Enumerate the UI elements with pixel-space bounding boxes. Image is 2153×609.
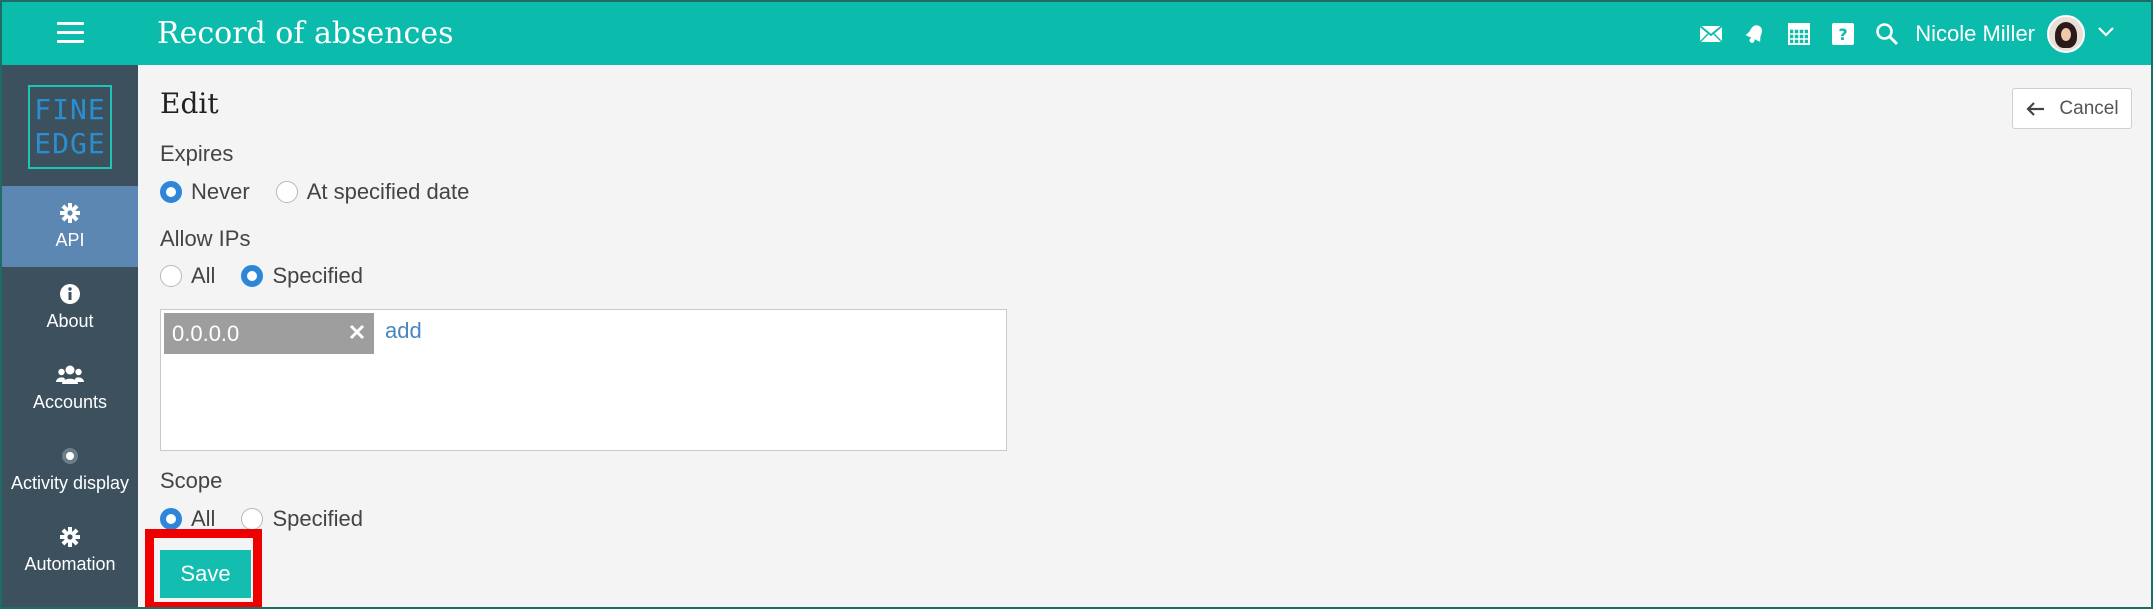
sidebar-item-partial[interactable] [2, 591, 138, 607]
cancel-button[interactable]: Cancel [2012, 88, 2132, 129]
sidebar-item-label: API [55, 230, 85, 250]
allow-ips-label: Allow IPs [160, 226, 251, 251]
chevron-down-icon[interactable] [2097, 25, 2115, 43]
cancel-label: Cancel [2059, 97, 2119, 119]
scope-label: Scope [160, 468, 223, 493]
avatar[interactable] [2047, 14, 2085, 53]
app-title: Record of absences [157, 16, 454, 51]
top-bar-actions: ? Nicole Miller [1689, 2, 2151, 65]
radio-circle[interactable] [241, 265, 264, 287]
radio-circle[interactable] [160, 508, 182, 530]
page-title: Edit [160, 87, 219, 120]
expires-never-radio[interactable]: Never [160, 179, 250, 205]
calendar-icon [59, 603, 81, 607]
radio-label: Specified [272, 263, 363, 288]
sidebar-nav: API About Accounts Activity display Auto… [2, 186, 138, 607]
calendar-icon[interactable] [1777, 2, 1821, 65]
users-icon [56, 364, 84, 386]
allow-ips-radio-group: All Specified [160, 263, 389, 289]
app-window: Record of absences ? Nicole Miller FINE … [0, 0, 2153, 609]
radio-label: All [191, 263, 216, 288]
mail-icon[interactable] [1689, 2, 1733, 65]
radio-circle[interactable] [160, 265, 182, 287]
expires-specified-date-radio[interactable]: At specified date [275, 179, 470, 205]
radio-label: Specified [272, 506, 363, 531]
arrow-left-icon [2026, 101, 2045, 116]
search-icon[interactable] [1865, 2, 1909, 65]
info-icon [59, 283, 81, 305]
menu-icon[interactable] [57, 22, 84, 44]
sidebar-item-label: Automation [24, 554, 116, 574]
sidebar-item-activity-display[interactable]: Activity display [2, 429, 138, 510]
close-icon[interactable] [346, 321, 368, 349]
radio-circle[interactable] [160, 181, 182, 203]
top-bar: Record of absences ? Nicole Miller [2, 2, 2151, 65]
sidebar-item-label: About [46, 311, 94, 331]
expires-radio-group: Never At specified date [160, 179, 495, 205]
sidebar-item-api[interactable]: API [2, 186, 138, 267]
dot-circle-icon [60, 445, 80, 467]
user-name[interactable]: Nicole Miller [1915, 21, 2035, 47]
sidebar-item-label: Activity display [10, 473, 130, 493]
add-ip-link[interactable]: add [385, 318, 422, 344]
expires-label: Expires [160, 141, 234, 166]
ip-tag-value: 0.0.0.0 [172, 320, 240, 346]
sidebar: FINE EDGE API About Accounts Activity di… [2, 65, 138, 607]
gear-icon [59, 526, 81, 548]
radio-label: At specified date [306, 179, 470, 204]
gear-icon [59, 202, 81, 224]
ip-tag: 0.0.0.0 [164, 313, 374, 354]
radio-label: Never [191, 179, 250, 204]
sidebar-item-about[interactable]: About [2, 267, 138, 348]
save-button[interactable]: Save [160, 550, 251, 598]
radio-circle[interactable] [241, 508, 264, 530]
radio-circle[interactable] [275, 181, 298, 203]
logo-line-1: FINE [34, 93, 106, 126]
ip-list-input[interactable]: 0.0.0.0 add [160, 309, 1007, 451]
allow-ips-specified-radio[interactable]: Specified [241, 263, 363, 289]
bell-icon[interactable] [1733, 2, 1777, 65]
fine-edge-logo: FINE EDGE [28, 85, 112, 169]
svg-text:?: ? [1839, 25, 1848, 44]
sidebar-item-automation[interactable]: Automation [2, 510, 138, 591]
allow-ips-all-radio[interactable]: All [160, 263, 215, 289]
logo-line-2: EDGE [34, 127, 106, 160]
sidebar-item-label: Accounts [32, 392, 108, 412]
help-icon[interactable]: ? [1821, 2, 1865, 65]
sidebar-item-accounts[interactable]: Accounts [2, 348, 138, 429]
